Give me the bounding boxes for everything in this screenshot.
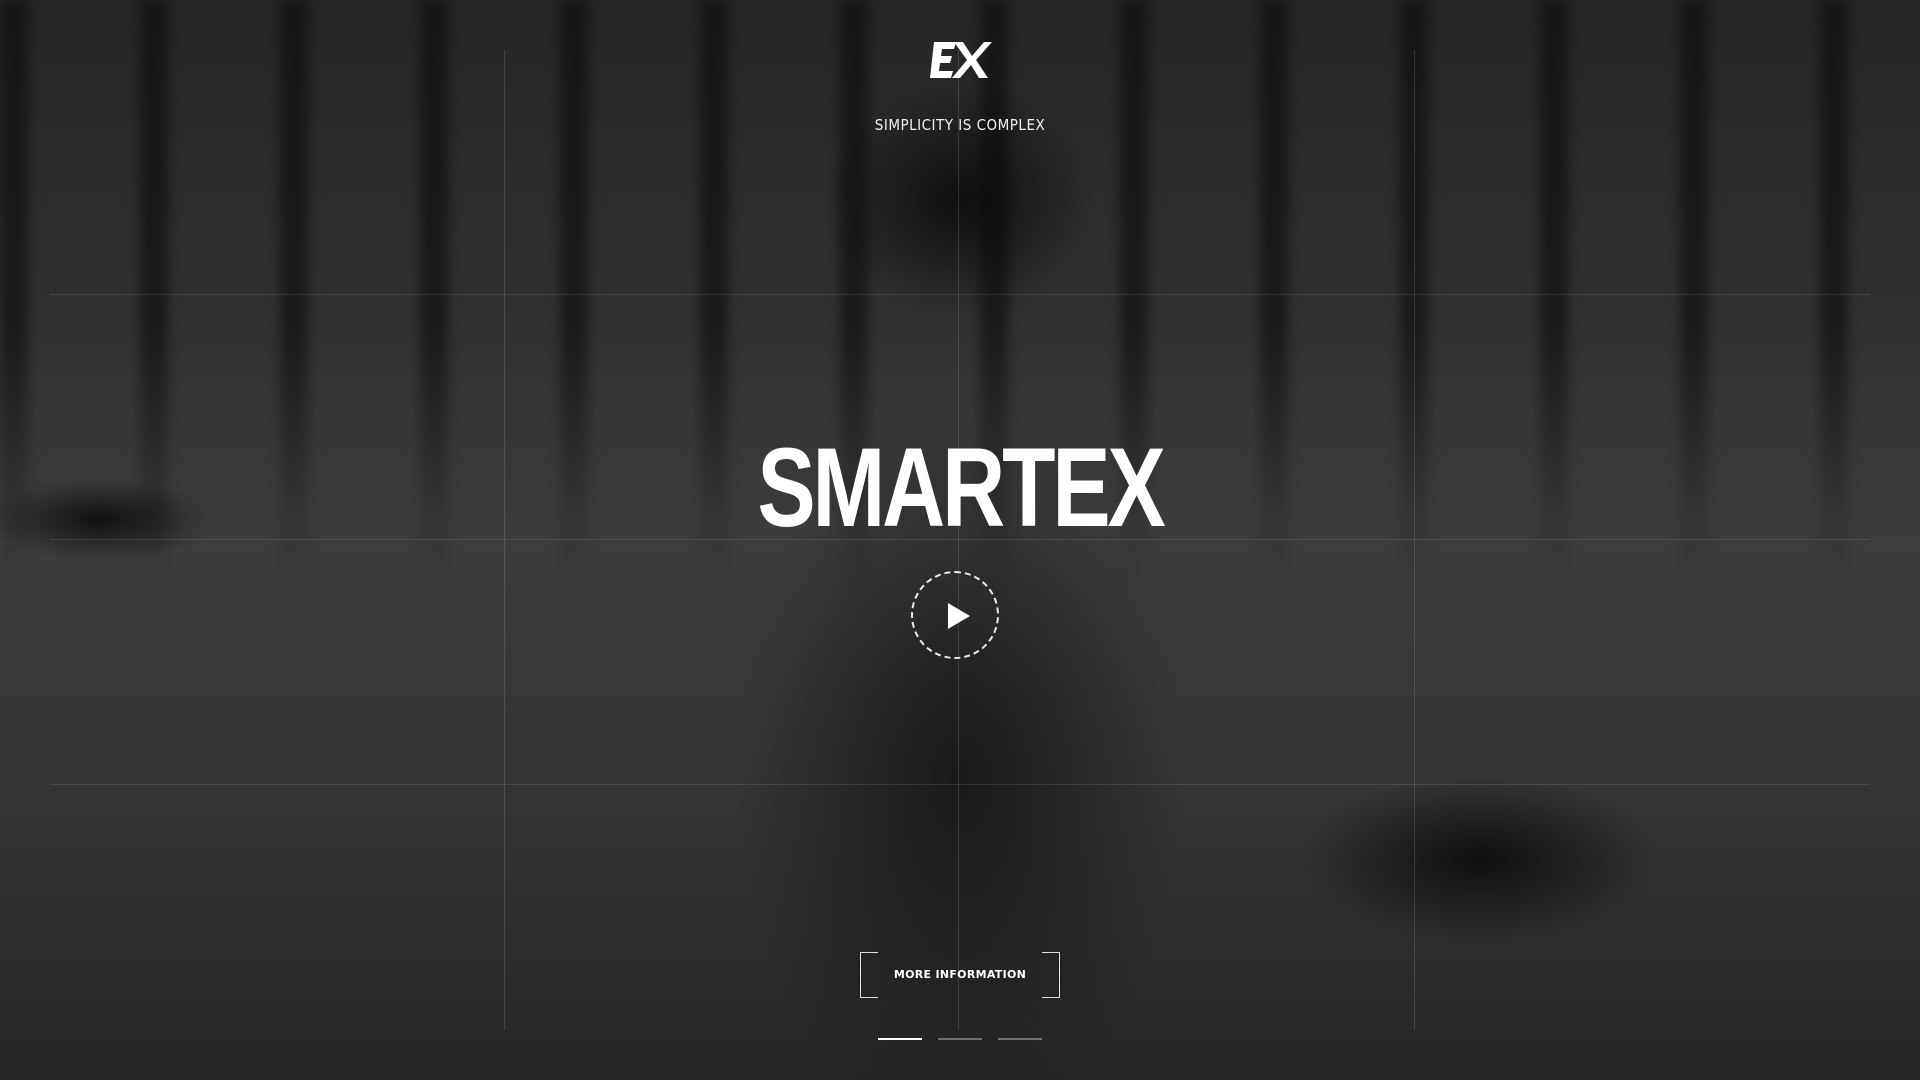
slider-dot-1[interactable] — [878, 1038, 922, 1040]
hero-section: SIMPLICITY IS COMPLEX SMARTEX MORE INFOR… — [0, 0, 1920, 1080]
grid-line-horizontal — [50, 784, 1870, 785]
play-video-button[interactable] — [911, 571, 999, 659]
brand-tagline: SIMPLICITY IS COMPLEX — [874, 116, 1046, 134]
play-icon — [948, 603, 970, 629]
more-information-button[interactable]: MORE INFORMATION — [860, 952, 1060, 998]
slider-pagination — [878, 1038, 1042, 1040]
ex-monogram-icon[interactable] — [928, 38, 992, 82]
grid-line-horizontal — [50, 294, 1870, 295]
hero-title: SMARTEX — [757, 425, 1165, 550]
slider-dot-3[interactable] — [998, 1038, 1042, 1040]
more-information-label: MORE INFORMATION — [893, 968, 1027, 981]
slider-dot-2[interactable] — [938, 1038, 982, 1040]
